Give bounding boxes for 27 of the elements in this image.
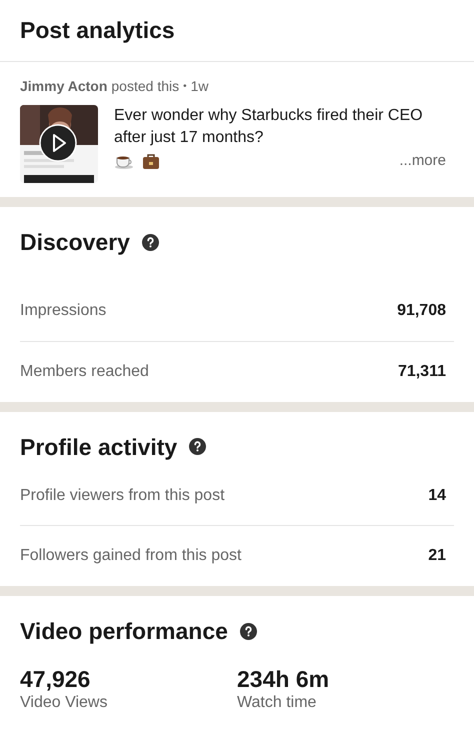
metric-value: 21 <box>428 546 447 566</box>
author-name[interactable]: Jimmy Acton <box>20 76 108 97</box>
help-icon[interactable] <box>189 438 206 456</box>
section-title: Profile activity <box>20 432 178 462</box>
stat-value: 234h 6m <box>237 664 330 692</box>
stat-label: Video Views <box>20 692 108 712</box>
post-age: 1w <box>190 77 209 96</box>
section-title: Discovery <box>20 228 130 257</box>
metric-label: Members reached <box>20 362 149 382</box>
page-title: Post analytics <box>20 16 175 46</box>
metric-value: 91,708 <box>397 301 447 321</box>
help-icon[interactable] <box>240 622 257 640</box>
stat-label: Watch time <box>237 692 318 712</box>
more-link[interactable]: ...more <box>399 151 446 171</box>
section-title: Video performance <box>20 617 228 646</box>
metric-label: Profile viewers from this post <box>20 486 225 506</box>
stat-value: 47,926 <box>20 664 92 692</box>
metric-label: Followers gained from this post <box>20 546 242 566</box>
separator-dot: • <box>183 80 187 94</box>
help-icon[interactable] <box>142 234 159 251</box>
post-action: posted this <box>111 77 180 96</box>
post-text: Ever wonder why Starbucks fired their CEO after just 17 months? <box>114 106 424 148</box>
briefcase-icon <box>142 152 160 170</box>
metric-value: 71,311 <box>398 362 447 382</box>
metric-value: 14 <box>428 486 447 506</box>
metric-label: Impressions <box>20 301 106 321</box>
play-button[interactable] <box>39 124 77 162</box>
